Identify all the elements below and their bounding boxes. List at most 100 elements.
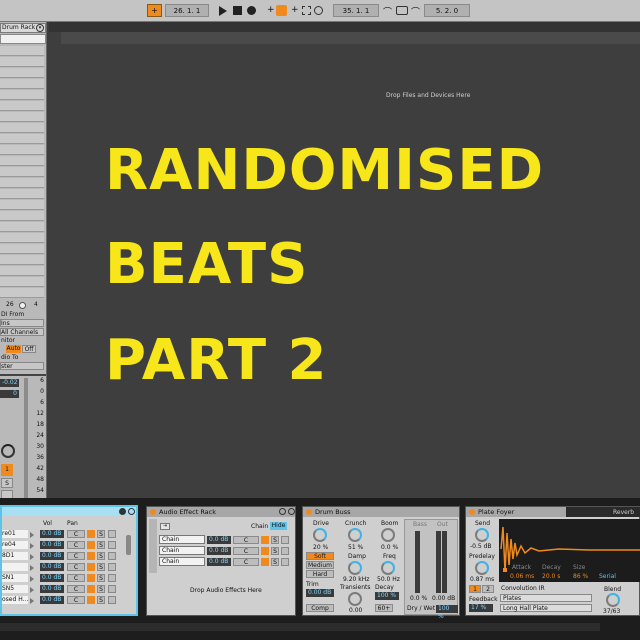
solo-button[interactable]: S: [97, 563, 105, 571]
decay-value[interactable]: 20.0 s: [542, 573, 560, 580]
volume-readout-2[interactable]: 0: [0, 390, 19, 398]
attack-value[interactable]: 0.06 ms: [510, 573, 534, 580]
reenable-automation-icon[interactable]: +: [291, 5, 299, 15]
rack-chain-name[interactable]: Chain: [159, 546, 205, 555]
track-list-row[interactable]: [0, 46, 44, 56]
track-list-row[interactable]: [0, 266, 44, 276]
device-chain-scrollbar[interactable]: [0, 623, 600, 631]
solo-button[interactable]: S: [97, 530, 105, 538]
monitor-auto-button[interactable]: Auto: [6, 345, 21, 353]
hotswap-icon[interactable]: [108, 596, 116, 604]
chain-arrow-icon[interactable]: [30, 565, 34, 571]
ir-category-select[interactable]: Plates: [500, 594, 592, 602]
chain-arrow-icon[interactable]: [30, 576, 34, 582]
chain-volume[interactable]: 0.0 dB: [40, 574, 64, 582]
capture-icon[interactable]: [302, 6, 311, 15]
rack-chain-pan[interactable]: C: [233, 558, 259, 566]
chain-row[interactable]: SN5 0.0 dB C S: [2, 584, 122, 594]
channel-select[interactable]: All Channels: [0, 328, 44, 336]
pan-knob-icon[interactable]: [1, 444, 15, 458]
rack-chain-pan[interactable]: C: [233, 547, 259, 555]
decay-value[interactable]: 100 %: [375, 592, 399, 600]
track-list-row[interactable]: [0, 277, 44, 287]
hotswap-icon[interactable]: [281, 547, 289, 555]
chain-pan[interactable]: C: [67, 585, 85, 593]
chain-pan[interactable]: C: [67, 552, 85, 560]
track-list-row[interactable]: [0, 167, 44, 177]
hotswap-icon[interactable]: [108, 530, 116, 538]
hotswap-icon[interactable]: [281, 536, 289, 544]
track-list-row[interactable]: [0, 211, 44, 221]
track-list-row[interactable]: [0, 288, 44, 298]
drywet-value[interactable]: 100 %: [436, 605, 458, 620]
chain-row[interactable]: re04 0.0 dB C S: [2, 540, 122, 550]
map-icon[interactable]: ⇥: [160, 523, 170, 530]
speaker-icon[interactable]: [87, 574, 95, 582]
size-value[interactable]: 86 %: [573, 573, 588, 580]
hotswap-icon[interactable]: [108, 563, 116, 571]
reverb-tab[interactable]: Reverb: [613, 509, 634, 516]
chain-row[interactable]: osed H... 0.0 dB C S: [2, 595, 122, 605]
chain-pan[interactable]: C: [67, 574, 85, 582]
chain-row[interactable]: SN1 0.0 dB C S: [2, 573, 122, 583]
blend-value[interactable]: 37/63: [603, 608, 620, 615]
rack-fold-icon[interactable]: [288, 508, 295, 515]
solo-button[interactable]: S: [271, 558, 279, 566]
volume-readout[interactable]: -0.02: [0, 379, 19, 387]
rack-chain-volume[interactable]: 0.0 dB: [207, 536, 231, 544]
speaker-icon[interactable]: [261, 547, 269, 555]
solo-button[interactable]: S: [97, 596, 105, 604]
monitor-off-button[interactable]: Off: [22, 345, 36, 353]
rack-chain-name[interactable]: Chain: [159, 557, 205, 566]
hotswap-icon[interactable]: [281, 558, 289, 566]
solo-button[interactable]: S: [97, 574, 105, 582]
track-list-row[interactable]: [0, 79, 44, 89]
soft-button[interactable]: Soft: [306, 552, 334, 560]
preset-button-a[interactable]: 1: [469, 585, 481, 593]
track-list-row[interactable]: [0, 222, 44, 232]
chain-volume[interactable]: 0.0 dB: [40, 596, 64, 604]
chain-volume[interactable]: 0.0 dB: [40, 585, 64, 593]
chain-volume[interactable]: 0.0 dB: [40, 552, 64, 560]
transients-knob[interactable]: [348, 592, 362, 606]
boost-button[interactable]: 60+: [375, 604, 393, 612]
ir-name-select[interactable]: Long Hall Plate: [500, 604, 592, 612]
hotswap-icon[interactable]: [108, 585, 116, 593]
record-icon[interactable]: [247, 6, 256, 15]
loop-start[interactable]: 35. 1. 1: [333, 4, 379, 17]
preset-button-b[interactable]: 2: [482, 585, 494, 593]
rack-chain-row[interactable]: Chain 0.0 dB C S: [159, 546, 295, 556]
track-list-row[interactable]: [0, 57, 44, 67]
automation-arm-icon[interactable]: [276, 5, 287, 16]
punch-out-icon[interactable]: ⌒: [411, 5, 420, 18]
rack-chain-pan[interactable]: C: [233, 536, 259, 544]
chain-volume[interactable]: 0.0 dB: [40, 541, 64, 549]
rack-close-icon[interactable]: [119, 508, 126, 515]
follow-button[interactable]: +: [147, 4, 162, 17]
chain-volume[interactable]: 0.0 dB: [40, 563, 64, 571]
speaker-icon[interactable]: [87, 563, 95, 571]
device-activator-icon[interactable]: [469, 509, 475, 515]
device-activator-icon[interactable]: [150, 509, 156, 515]
rack-hotswap-icon[interactable]: [279, 508, 286, 515]
chain-arrow-icon[interactable]: [30, 543, 34, 549]
chevron-down-icon[interactable]: ▾: [36, 24, 44, 32]
track-list-row[interactable]: [0, 244, 44, 254]
loop-switch-icon[interactable]: [396, 6, 408, 15]
track-list-row[interactable]: [0, 145, 44, 155]
solo-button[interactable]: S: [1, 478, 13, 488]
speaker-icon[interactable]: [261, 536, 269, 544]
loop-length[interactable]: 5. 2. 0: [424, 4, 470, 17]
speaker-icon[interactable]: [87, 596, 95, 604]
blend-knob[interactable]: [606, 593, 620, 607]
hard-button[interactable]: Hard: [306, 570, 334, 578]
solo-button[interactable]: S: [97, 541, 105, 549]
solo-button[interactable]: S: [97, 585, 105, 593]
crunch-knob[interactable]: [348, 528, 362, 542]
track-list-row[interactable]: [0, 255, 44, 265]
drive-value[interactable]: 20 %: [313, 544, 328, 551]
track-list-row[interactable]: [0, 134, 44, 144]
play-icon[interactable]: [219, 6, 227, 16]
drive-knob[interactable]: [313, 528, 327, 542]
boom-knob[interactable]: [381, 528, 395, 542]
